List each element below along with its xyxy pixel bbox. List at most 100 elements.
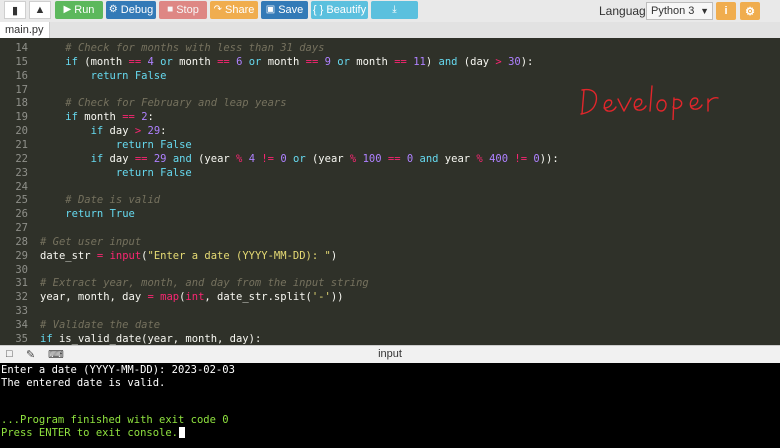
console-line: Enter a date (YYYY-MM-DD): 2023-02-03 [1,364,235,376]
line-number: 15 [15,55,28,68]
console-header: □ ✎ ⌨ input [0,345,780,363]
share-button[interactable]: ↷ Share [210,1,258,19]
code-line: 33 [0,304,780,318]
run-label: Run [74,4,95,16]
code-line: 20 if day > 29: [0,124,780,138]
code-text: return False [115,166,192,179]
line-number: 14 [15,42,28,54]
line-number: 19 [15,111,28,124]
chevron-down-icon: ▼ [700,6,709,16]
line-number: 16 [15,69,28,82]
share-icon: ↷ [213,4,223,15]
code-text: # Check for months with less than 31 day… [65,42,325,54]
code-text: if is_valid_date(year, month, day): [40,332,262,345]
code-text: # Validate the date [40,319,161,331]
code-text: return True [65,208,135,221]
debug-label: Debug [120,4,154,16]
code-line: 29 date_str = input("Enter a date (YYYY-M… [0,249,780,263]
code-text: date_str = input("Enter a date (YYYY-MM-… [40,249,338,262]
code-line: 28 # Get user input [0,235,780,249]
beautify-button[interactable]: { } Beautify [311,1,368,19]
code-text: year, month, day = map(int, date_str.spl… [40,291,344,304]
line-number: 25 [15,194,28,207]
language-select[interactable]: Python 3 ▼ [646,2,713,20]
code-text: if day == 29 and (year % 4 != 0 or (year… [90,152,559,165]
code-line: 34 # Validate the date [0,318,780,332]
line-number: 33 [15,305,28,318]
stop-label: Stop [176,4,199,16]
code-line: 26 return True [0,207,780,221]
code-editor[interactable]: 14 # Check for months with less than 31 … [0,38,780,345]
code-line: 21 return False [0,138,780,152]
settings-button[interactable]: ⚙ [740,2,760,20]
upload-icon-button[interactable]: ▲ [29,1,51,19]
download-icon: ⤓ [392,4,397,15]
developer-watermark-logo [580,85,719,120]
line-number: 35 [15,332,28,345]
line-number: 22 [15,152,28,165]
debug-button[interactable]: ⚙ Debug [106,1,156,19]
console-line: ...Program finished with exit code 0 [1,414,229,427]
code-text: return False [90,69,167,82]
line-number: 29 [15,249,28,262]
line-number: 30 [15,263,28,276]
code-text: return False [115,138,192,151]
code-line: 24 [0,180,780,194]
console-title: input [378,348,402,360]
code-line: 31 # Extract year, month, and day from th… [0,276,780,290]
line-number: 31 [15,277,28,290]
code-text: # Extract year, month, and day from the … [40,277,369,290]
console-output[interactable]: Enter a date (YYYY-MM-DD): 2023-02-03 The… [0,363,780,448]
debug-icon: ⚙ [108,4,118,15]
file-icon-button[interactable]: ▮ [4,1,26,19]
console-line: The entered date is valid. [1,376,166,389]
code-text: # Date is valid [65,194,161,207]
stop-icon: ■ [167,4,174,15]
code-line: 35 if is_valid_date(year, month, day): [0,332,780,345]
upload-icon: ▲ [34,4,46,16]
play-icon: ▶ [63,4,72,15]
code-line: 25 # Date is valid [0,193,780,207]
run-button[interactable]: ▶ Run [55,1,103,19]
line-number: 20 [15,125,28,138]
share-label: Share [225,4,255,16]
code-line: 27 [0,221,780,235]
language-value: Python 3 [651,5,695,17]
tab-bar: main.py [0,22,780,38]
download-button[interactable]: ⤓ [371,1,418,19]
stop-button[interactable]: ■ Stop [159,1,207,19]
save-button[interactable]: ▣ Save [261,1,308,19]
code-text: if (month == 4 or month == 6 or month ==… [65,55,534,68]
text-cursor [179,427,186,438]
file-icon: ▮ [11,4,19,17]
info-button[interactable]: i [716,2,736,20]
code-text: if month == 2: [65,111,154,124]
code-text: if day > 29: [90,125,167,138]
save-label: Save [278,4,304,16]
code-line: 30 [0,263,780,277]
code-line: 15 if (month == 4 or month == 6 or month… [0,55,780,69]
tab-main-py[interactable]: main.py [0,22,50,38]
line-number: 23 [15,166,28,179]
code-text: # Get user input [40,235,142,248]
code-line: 14 # Check for months with less than 31 … [0,41,780,55]
beautify-label: { } Beautify [312,4,367,16]
code-line: 32 year, month, day = map(int, date_str.s… [0,290,780,304]
save-icon: ▣ [265,4,276,15]
line-number: 28 [15,235,28,248]
code-line: 22 if day == 29 and (year % 4 != 0 or (y… [0,152,780,166]
language-label: Language [599,4,653,18]
line-number: 26 [15,208,28,221]
line-number: 18 [15,97,28,110]
toolbar: ▮ ▲ ▶ Run ⚙ Debug ■ Stop ↷ Share ▣ Save … [0,0,780,22]
line-number: 17 [15,83,28,96]
info-icon: i [724,5,728,17]
code-text: # Check for February and leap years [65,97,287,110]
line-number: 32 [15,291,28,304]
line-number: 21 [15,138,28,151]
line-number: 34 [15,319,28,331]
code-line: 23 return False [0,166,780,180]
line-number: 27 [15,222,28,235]
console-line: Press ENTER to exit console. [1,427,186,440]
gear-icon: ⚙ [745,5,755,18]
